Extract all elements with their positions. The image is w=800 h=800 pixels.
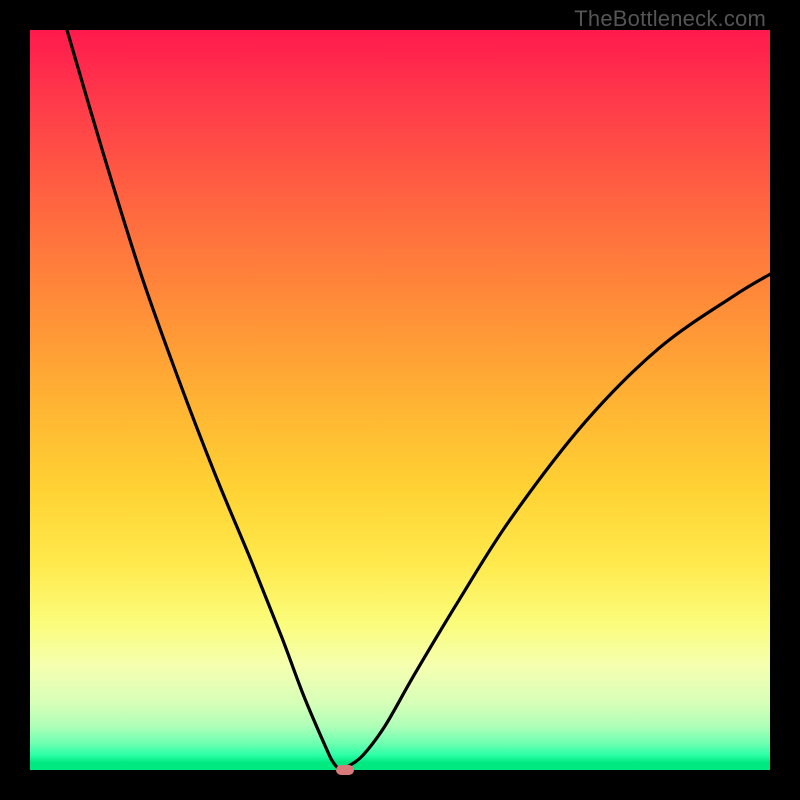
minimum-marker [336, 765, 354, 775]
chart-frame [30, 30, 770, 770]
watermark-text: TheBottleneck.com [574, 6, 766, 32]
chart-svg [30, 30, 770, 770]
bottleneck-curve [67, 30, 770, 770]
